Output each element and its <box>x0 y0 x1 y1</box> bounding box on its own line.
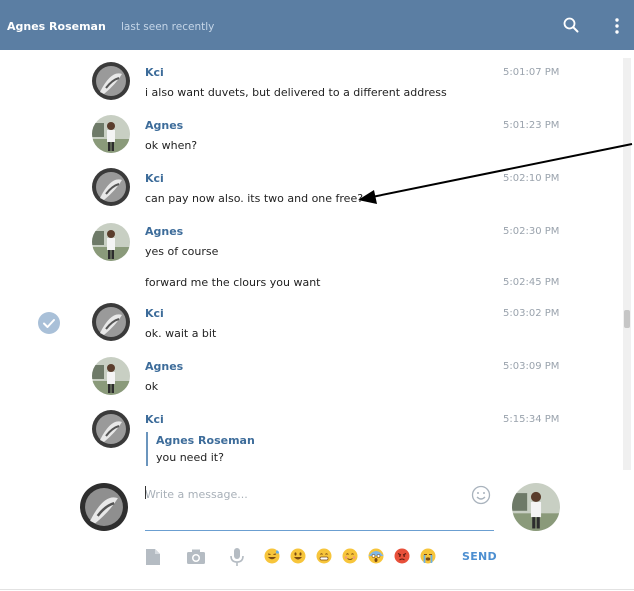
message-text: can pay now also. its two and one free? <box>145 192 364 205</box>
avatar-kci[interactable] <box>92 410 130 448</box>
reply-quote-text: you need it? <box>156 451 224 464</box>
my-avatar[interactable] <box>80 483 128 531</box>
emoji-picker-icon[interactable] <box>471 485 491 505</box>
smiley-emoji[interactable] <box>290 548 306 564</box>
message-text: ok when? <box>145 139 198 152</box>
reply-quote-name[interactable]: Agnes Roseman <box>156 434 255 447</box>
microphone-icon[interactable] <box>227 547 247 567</box>
message-time: 5:03:09 PM <box>503 361 560 372</box>
angry-emoji[interactable] <box>394 548 410 564</box>
message-text: yes of course <box>145 245 219 258</box>
contact-status: last seen recently <box>121 21 215 33</box>
sender-name[interactable]: Kci <box>145 307 164 320</box>
sender-name[interactable]: Agnes <box>145 360 183 373</box>
contact-avatar[interactable] <box>512 483 560 531</box>
message-time: 5:02:45 PM <box>503 277 560 288</box>
sob-emoji[interactable] <box>420 548 436 564</box>
input-underline <box>145 530 494 531</box>
scrollbar-thumb[interactable] <box>624 310 630 328</box>
camera-icon[interactable] <box>186 547 206 567</box>
more-menu-icon[interactable] <box>612 17 622 35</box>
avatar-agnes[interactable] <box>92 115 130 153</box>
sender-name[interactable]: Kci <box>145 172 164 185</box>
message-text: forward me the clours you want <box>145 276 321 289</box>
avatar-agnes[interactable] <box>92 223 130 261</box>
message-text: ok. wait a bit <box>145 327 217 340</box>
message-selected-check-icon[interactable] <box>38 312 60 334</box>
input-caret <box>145 486 146 499</box>
reply-quote-bar <box>146 432 148 466</box>
message-time: 5:15:34 PM <box>503 414 560 425</box>
blush-emoji[interactable] <box>342 548 358 564</box>
message-time: 5:01:23 PM <box>503 120 560 131</box>
message-time: 5:02:10 PM <box>503 173 560 184</box>
send-button[interactable]: SEND <box>462 550 497 563</box>
message-time: 5:03:02 PM <box>503 308 560 319</box>
avatar-kci[interactable] <box>92 62 130 100</box>
sender-name[interactable]: Kci <box>145 413 164 426</box>
sender-name[interactable]: Agnes <box>145 119 183 132</box>
message-time: 5:01:07 PM <box>503 67 560 78</box>
file-icon[interactable] <box>143 547 163 567</box>
message-time: 5:02:30 PM <box>503 226 560 237</box>
avatar-kci[interactable] <box>92 303 130 341</box>
message-text: i also want duvets, but delivered to a d… <box>145 86 447 99</box>
messages-scrollbar[interactable] <box>623 58 631 470</box>
bottom-divider <box>0 589 634 590</box>
sweat-smile-emoji[interactable] <box>264 548 280 564</box>
sender-name[interactable]: Agnes <box>145 225 183 238</box>
contact-name[interactable]: Agnes Roseman <box>7 20 106 33</box>
message-input[interactable] <box>145 484 465 504</box>
search-icon[interactable] <box>563 17 579 33</box>
chat-header: Agnes Roseman last seen recently <box>0 0 634 50</box>
scream-emoji[interactable] <box>368 548 384 564</box>
sender-name[interactable]: Kci <box>145 66 164 79</box>
avatar-kci[interactable] <box>92 168 130 206</box>
grin-emoji[interactable] <box>316 548 332 564</box>
message-text: ok <box>145 380 159 393</box>
avatar-agnes[interactable] <box>92 357 130 395</box>
